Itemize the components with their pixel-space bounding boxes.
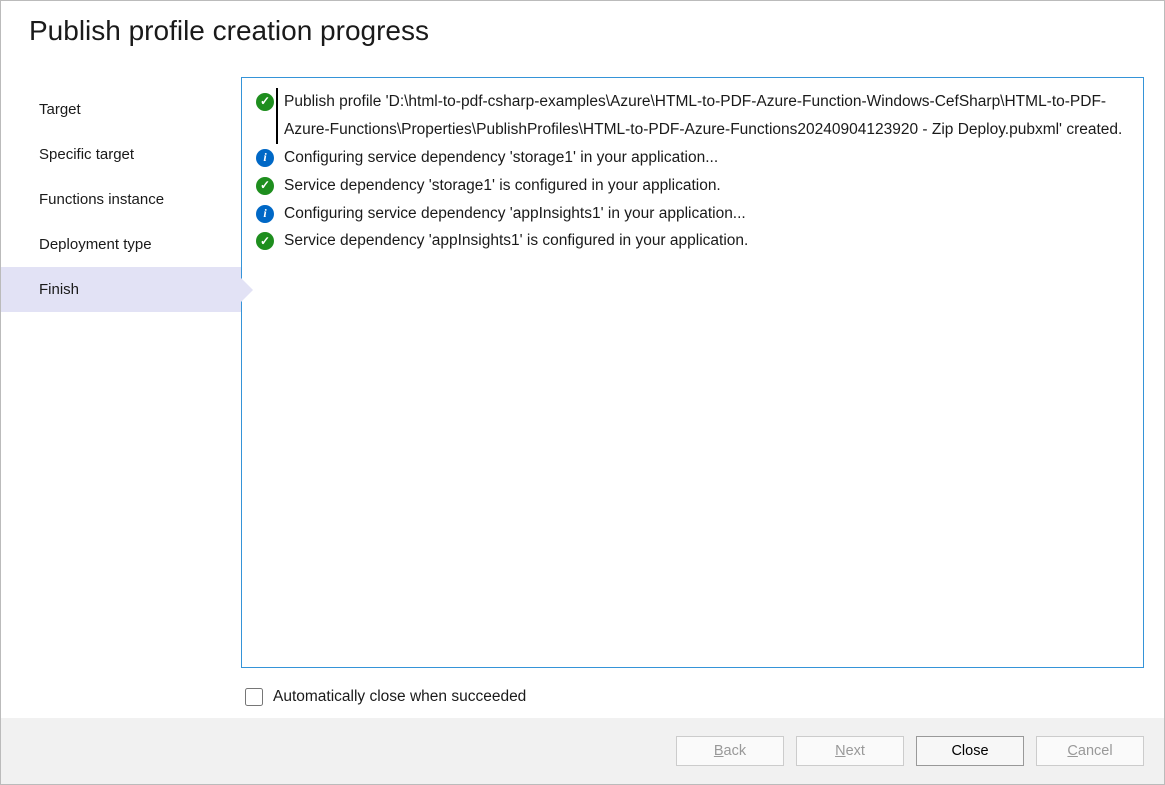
sidebar-item-finish[interactable]: Finish: [1, 267, 241, 312]
auto-close-label: Automatically close when succeeded: [273, 688, 526, 706]
auto-close-checkbox[interactable]: [245, 688, 263, 706]
log-text: Configuring service dependency 'appInsig…: [284, 200, 1129, 228]
info-icon: i: [256, 205, 274, 223]
log-text: Publish profile 'D:\html-to-pdf-csharp-e…: [276, 88, 1129, 144]
sidebar-item-label: Deployment type: [39, 236, 152, 253]
info-icon: i: [256, 149, 274, 167]
sidebar-item-deployment-type[interactable]: Deployment type: [1, 222, 241, 267]
dialog-footer: Back Next Close Cancel: [1, 718, 1164, 784]
wizard-sidebar: Target Specific target Functions instance D…: [1, 77, 241, 718]
close-button[interactable]: Close: [916, 736, 1024, 766]
log-text: Service dependency 'appInsights1' is con…: [284, 227, 1129, 255]
success-icon: ✓: [256, 93, 274, 111]
sidebar-item-label: Functions instance: [39, 191, 164, 208]
log-text: Configuring service dependency 'storage1…: [284, 144, 1129, 172]
log-text: Service dependency 'storage1' is configu…: [284, 172, 1129, 200]
dialog-title: Publish profile creation progress: [29, 15, 1136, 47]
log-line: ✓ Service dependency 'storage1' is config…: [256, 172, 1129, 200]
sidebar-item-label: Specific target: [39, 146, 134, 163]
sidebar-item-target[interactable]: Target: [1, 87, 241, 132]
sidebar-item-specific-target[interactable]: Specific target: [1, 132, 241, 177]
sidebar-item-label: Finish: [39, 281, 79, 298]
log-line: ✓ Publish profile 'D:\html-to-pdf-csharp…: [256, 88, 1129, 144]
next-button[interactable]: Next: [796, 736, 904, 766]
cancel-button[interactable]: Cancel: [1036, 736, 1144, 766]
dialog-header: Publish profile creation progress: [1, 1, 1164, 77]
log-line: i Configuring service dependency 'storage…: [256, 144, 1129, 172]
success-icon: ✓: [256, 232, 274, 250]
log-line: ✓ Service dependency 'appInsights1' is co…: [256, 227, 1129, 255]
sidebar-item-functions-instance[interactable]: Functions instance: [1, 177, 241, 222]
back-button[interactable]: Back: [676, 736, 784, 766]
auto-close-checkbox-row[interactable]: Automatically close when succeeded: [241, 668, 1144, 718]
success-icon: ✓: [256, 177, 274, 195]
progress-log-panel: ✓ Publish profile 'D:\html-to-pdf-csharp…: [241, 77, 1144, 668]
log-line: i Configuring service dependency 'appInsi…: [256, 200, 1129, 228]
sidebar-item-label: Target: [39, 101, 81, 118]
